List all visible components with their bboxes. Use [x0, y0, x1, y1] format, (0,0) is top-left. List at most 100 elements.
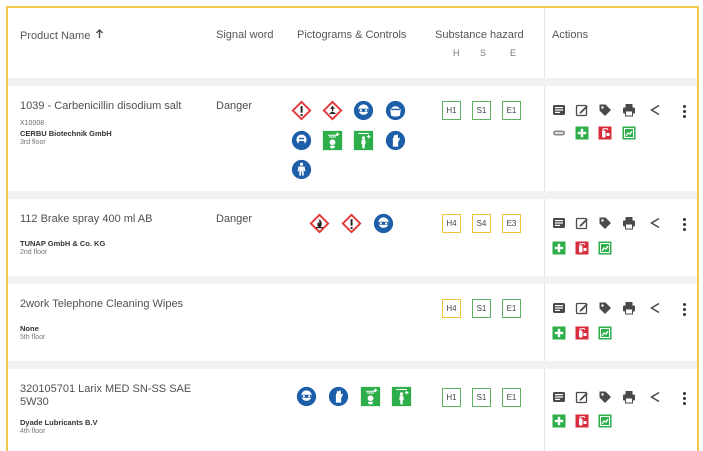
substance-hazard-header: Substance hazard [435, 29, 524, 41]
eyewash-icon [360, 386, 381, 407]
e-hazard-badge: E1 [502, 388, 521, 407]
column-divider [544, 86, 545, 191]
column-divider [544, 369, 545, 451]
table-row[interactable]: 112 Brake spray 400 ml AB TUNAP GmbH & C… [8, 199, 697, 276]
print-icon[interactable] [622, 103, 636, 117]
emergency-exit-icon[interactable] [598, 241, 612, 255]
product-name[interactable]: 112 Brake spray 400 ml AB [20, 213, 210, 226]
arrow-up-icon [95, 29, 104, 42]
exclamation-ghs-icon [341, 213, 362, 234]
gloves-ppe-icon [385, 130, 406, 151]
respirator-ppe-icon [291, 130, 312, 151]
first-aid-icon[interactable] [552, 326, 566, 340]
fire-extinguisher-icon[interactable] [575, 326, 589, 340]
sds-icon[interactable] [552, 301, 566, 315]
e-header: E [510, 48, 517, 58]
safety-shower-icon [353, 130, 374, 151]
edit-icon[interactable] [575, 103, 589, 117]
share-icon[interactable] [648, 103, 662, 117]
table-header: Product Name Signal word Pictograms & Co… [8, 8, 697, 78]
h-hazard-badge: H1 [442, 101, 461, 120]
first-aid-icon[interactable] [552, 414, 566, 428]
product-name-header: Product Name [20, 30, 91, 42]
s-hazard-badge: S1 [472, 101, 491, 120]
tag-icon[interactable] [598, 216, 612, 230]
signal-word: Danger [216, 213, 253, 225]
edit-icon[interactable] [575, 216, 589, 230]
tag-icon[interactable] [598, 390, 612, 404]
first-aid-icon[interactable] [552, 241, 566, 255]
more-icon[interactable] [681, 218, 687, 232]
e-hazard-badge: E3 [502, 214, 521, 233]
product-code: X10008 [20, 120, 45, 127]
location: 5th floor [20, 334, 46, 341]
sds-icon[interactable] [552, 390, 566, 404]
s-hazard-badge: S1 [472, 299, 491, 318]
company-name: None [20, 324, 39, 333]
more-icon[interactable] [681, 303, 687, 317]
share-icon[interactable] [648, 390, 662, 404]
exclamation-ghs-icon [291, 100, 312, 121]
product-name[interactable]: 1039 - Carbenicillin disodium salt [20, 100, 210, 113]
flammable-ghs-icon [309, 213, 330, 234]
fire-extinguisher-icon[interactable] [575, 241, 589, 255]
column-product-name[interactable]: Product Name [20, 29, 104, 42]
protective-clothing-ppe-icon [291, 159, 312, 180]
h-hazard-badge: H4 [442, 299, 461, 318]
location: 2nd floor [20, 249, 48, 256]
more-icon[interactable] [681, 392, 687, 406]
print-icon[interactable] [622, 390, 636, 404]
emergency-exit-icon[interactable] [622, 126, 636, 140]
pictograms-header: Pictograms & Controls [297, 29, 407, 41]
product-name[interactable]: 2work Telephone Cleaning Wipes [20, 298, 210, 311]
signal-word: Danger [216, 100, 253, 112]
share-icon[interactable] [648, 216, 662, 230]
column-divider [544, 8, 545, 78]
e-hazard-badge: E1 [502, 101, 521, 120]
emergency-exit-icon[interactable] [598, 414, 612, 428]
edit-icon[interactable] [575, 390, 589, 404]
table-row[interactable]: 1039 - Carbenicillin disodium salt X1000… [8, 86, 697, 191]
share-icon[interactable] [648, 301, 662, 315]
h-hazard-badge: H4 [442, 214, 461, 233]
safety-shower-icon [391, 386, 412, 407]
location: 3rd floor [20, 139, 46, 146]
column-divider [544, 284, 545, 361]
more-icon[interactable] [681, 105, 687, 119]
goggles-ppe-icon [296, 386, 317, 407]
signal-word-header: Signal word [216, 29, 274, 41]
face-shield-ppe-icon [385, 100, 406, 121]
s-hazard-badge: S4 [472, 214, 491, 233]
print-icon[interactable] [622, 301, 636, 315]
tag-icon[interactable] [598, 103, 612, 117]
location: 4th floor [20, 428, 46, 435]
table-row[interactable]: 320105701 Larix MED SN-SS SAE 5W30 Dyade… [8, 369, 697, 451]
sds-icon[interactable] [552, 103, 566, 117]
goggles-ppe-icon [353, 100, 374, 121]
first-aid-icon[interactable] [575, 126, 589, 140]
link-icon[interactable] [552, 126, 566, 140]
gloves-ppe-icon [328, 386, 349, 407]
emergency-exit-icon[interactable] [598, 326, 612, 340]
h-hazard-badge: H1 [442, 388, 461, 407]
actions-header: Actions [552, 29, 589, 41]
e-hazard-badge: E1 [502, 299, 521, 318]
table-row[interactable]: 2work Telephone Cleaning Wipes None 5th … [8, 284, 697, 361]
company-name: Dyade Lubricants B.V [20, 418, 98, 427]
s-hazard-badge: S1 [472, 388, 491, 407]
column-divider [544, 199, 545, 276]
eyewash-icon [322, 130, 343, 151]
h-header: H [453, 48, 460, 58]
tag-icon[interactable] [598, 301, 612, 315]
s-header: S [480, 48, 487, 58]
environment-ghs-icon [322, 100, 343, 121]
edit-icon[interactable] [575, 301, 589, 315]
product-name[interactable]: 320105701 Larix MED SN-SS SAE 5W30 [20, 383, 195, 409]
print-icon[interactable] [622, 216, 636, 230]
sds-icon[interactable] [552, 216, 566, 230]
company-name: TUNAP GmbH & Co. KG [20, 239, 106, 248]
goggles-ppe-icon [373, 213, 394, 234]
fire-extinguisher-icon[interactable] [598, 126, 612, 140]
fire-extinguisher-icon[interactable] [575, 414, 589, 428]
products-table: Product Name Signal word Pictograms & Co… [6, 6, 699, 451]
